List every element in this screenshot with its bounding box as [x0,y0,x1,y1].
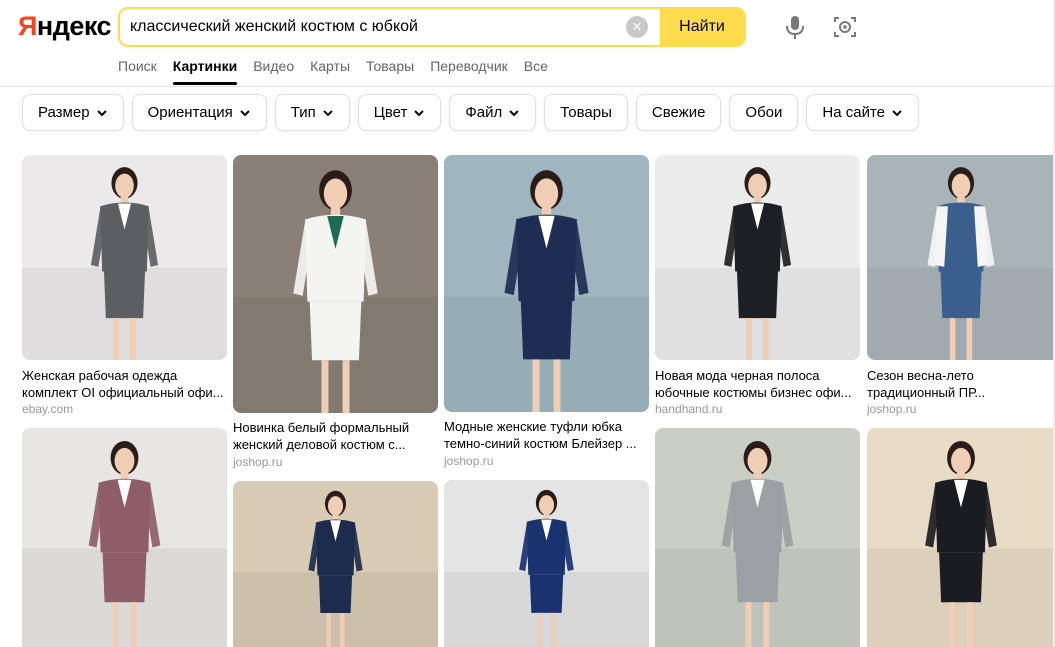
filter-label: Файл [465,104,503,121]
camera-search-icon[interactable] [832,14,858,40]
result-source[interactable]: joshop.ru [867,401,916,417]
chevron-down-icon [509,109,519,116]
service-search[interactable]: Поиск [118,56,157,76]
service-maps[interactable]: Карты [310,56,350,76]
filter-orientation[interactable]: Ориентация [131,94,267,131]
search-button[interactable]: Найти [660,9,744,45]
result-title[interactable]: Женская рабочая одежда [22,367,227,384]
result-title[interactable]: Сезон весна-лето [867,367,1053,384]
microphone-icon[interactable] [783,14,807,40]
logo-letter-ya: Я [18,11,37,41]
suit-photo [444,480,649,647]
result-source[interactable]: joshop.ru [233,454,282,470]
image-result[interactable]: Новая мода черная полоса юбочные костюмы… [655,155,860,420]
logo-rest: ндекс [36,11,112,41]
image-result[interactable] [444,480,649,647]
filter-label: Обои [745,104,783,121]
suit-photo [233,481,438,647]
services-nav: Поиск Картинки Видео Карты Товары Перево… [118,56,564,85]
filter-color[interactable]: Цвет [357,94,442,131]
image-result[interactable] [655,428,860,647]
clear-icon[interactable]: ✕ [626,16,648,38]
result-thumbnail[interactable] [655,428,860,647]
filter-label: На сайте [822,104,886,121]
filter-bar: Размер Ориентация Тип Цвет Файл Товары С… [22,94,927,131]
image-result[interactable]: Женская рабочая одежда комплект OI офици… [22,155,227,417]
chevron-down-icon [240,109,250,116]
result-thumbnail[interactable] [867,428,1055,647]
suit-photo [233,155,438,413]
yandex-logo[interactable]: Яндекс [18,11,112,41]
result-thumbnail[interactable] [22,428,227,647]
filter-label: Цвет [373,104,408,121]
result-title[interactable]: темно-синий костюм Блейзер ... [444,435,649,452]
service-products[interactable]: Товары [366,56,414,76]
chevron-down-icon [96,109,107,116]
filter-label: Тип [290,104,316,121]
filter-wallpapers[interactable]: Обои [729,94,799,131]
chevron-down-icon [323,109,333,116]
image-result[interactable]: Модные женские туфли юбка темно-синий ко… [444,155,649,473]
filter-label: Размер [38,104,90,121]
filter-label: Ориентация [147,104,233,121]
result-thumbnail[interactable] [655,155,860,360]
result-thumbnail[interactable] [444,155,649,412]
filter-size[interactable]: Размер [22,94,124,131]
result-thumbnail[interactable] [233,155,438,413]
filter-label: Свежие [651,104,706,121]
filter-on-site[interactable]: На сайте [806,94,920,131]
suit-photo [867,428,1055,647]
search-input[interactable] [120,9,626,45]
result-source[interactable]: joshop.ru [444,453,493,469]
header-divider [0,86,1055,87]
filter-file[interactable]: Файл [449,94,537,131]
filter-products[interactable]: Товары [544,94,628,131]
suit-photo [867,155,1055,360]
result-thumbnail[interactable] [867,155,1055,360]
result-title[interactable]: комплект OI официальный офи... [22,384,227,401]
suit-photo [444,155,649,412]
result-title[interactable]: юбочные костюмы бизнес офи... [655,384,860,401]
service-images[interactable]: Картинки [172,56,238,85]
service-video[interactable]: Видео [253,56,294,76]
suit-photo [655,155,860,360]
result-source[interactable]: ebay.com [22,401,73,417]
image-result[interactable]: Сезон весна-лето традиционный ПР... josh… [867,155,1055,420]
result-source[interactable]: handhand.ru [655,401,722,417]
result-title[interactable]: Новинка белый формальный [233,419,438,436]
filter-type[interactable]: Тип [274,94,350,131]
result-thumbnail[interactable] [233,481,438,647]
suit-photo [22,155,227,360]
filter-fresh[interactable]: Свежие [635,94,722,131]
result-thumbnail[interactable] [444,480,649,647]
result-title[interactable]: женский деловой костюм с... [233,436,438,453]
suit-photo [655,428,860,647]
suit-photo [22,428,227,647]
result-thumbnail[interactable] [22,155,227,360]
result-title[interactable]: традиционный ПР... [867,384,1053,401]
search-box: ✕ Найти [118,7,746,47]
chevron-down-icon [414,109,425,116]
image-result[interactable]: Новинка белый формальный женский деловой… [233,155,438,473]
chevron-down-icon [892,109,902,116]
service-all[interactable]: Все [524,56,548,76]
service-translator[interactable]: Переводчик [430,56,508,76]
image-result[interactable] [233,481,438,647]
image-result[interactable] [867,428,1055,647]
result-title[interactable]: Новая мода черная полоса [655,367,860,384]
image-result[interactable] [22,428,227,647]
result-title[interactable]: Модные женские туфли юбка [444,418,649,435]
filter-label: Товары [560,104,612,121]
